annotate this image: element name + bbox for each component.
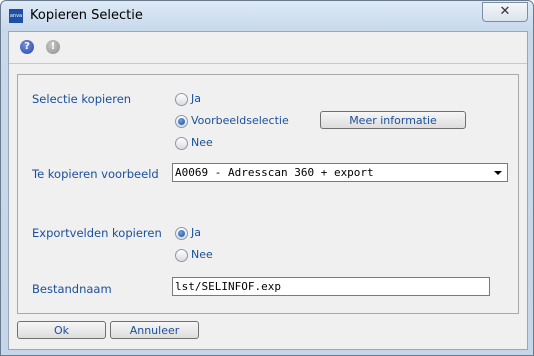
info-icon[interactable]: ! — [46, 40, 60, 54]
radio-selectie-ja[interactable] — [175, 93, 188, 106]
exportvelden-kopieren-label: Exportvelden kopieren — [32, 226, 162, 240]
ok-button[interactable]: Ok — [17, 321, 106, 339]
chevron-down-icon[interactable] — [494, 171, 502, 175]
radio-selectie-nee[interactable] — [175, 137, 188, 150]
dialog-window: anva Kopieren Selectie ✕ ? ! Selectie ko… — [0, 0, 534, 356]
selectie-kopieren-label: Selectie kopieren — [32, 92, 132, 106]
app-icon: anva — [9, 9, 23, 23]
radio-exportvelden-ja[interactable] — [175, 227, 188, 240]
close-icon: ✕ — [499, 4, 511, 19]
voorbeeld-select-value: A0069 - Adresscan 360 + export — [175, 166, 374, 179]
meer-informatie-button[interactable]: Meer informatie — [320, 111, 466, 129]
voorbeeld-select[interactable]: A0069 - Adresscan 360 + export — [172, 163, 508, 182]
radio-exportvelden-nee-label: Nee — [191, 248, 213, 261]
radio-exportvelden-nee[interactable] — [175, 249, 188, 262]
bestandnaam-label: Bestandnaam — [32, 282, 112, 296]
bestandnaam-field[interactable]: lst/SELINFOF.exp — [172, 277, 490, 296]
radio-selectie-voorbeeldselectie[interactable] — [175, 115, 188, 128]
toolbar: ? ! — [9, 32, 527, 62]
te-kopieren-voorbeeld-label: Te kopieren voorbeeld — [32, 167, 159, 181]
close-button[interactable]: ✕ — [482, 2, 528, 22]
radio-selectie-voorbeeldselectie-label: Voorbeeldselectie — [191, 114, 289, 127]
radio-selectie-ja-label: Ja — [191, 92, 201, 105]
radio-exportvelden-ja-label: Ja — [191, 226, 201, 239]
form-panel: Selectie kopieren Ja Voorbeeldselectie M… — [17, 74, 519, 314]
radio-selectie-nee-label: Nee — [191, 136, 213, 149]
toolbar-divider — [9, 63, 527, 64]
annuleer-button[interactable]: Annuleer — [110, 321, 199, 339]
title-bar[interactable]: anva Kopieren Selectie ✕ — [1, 1, 533, 31]
dialog-client-area: ? ! Selectie kopieren Ja Voorbeeldselect… — [8, 31, 528, 350]
bestandnaam-value: lst/SELINFOF.exp — [175, 280, 281, 293]
window-title: Kopieren Selectie — [30, 8, 143, 23]
help-icon[interactable]: ? — [20, 40, 34, 54]
